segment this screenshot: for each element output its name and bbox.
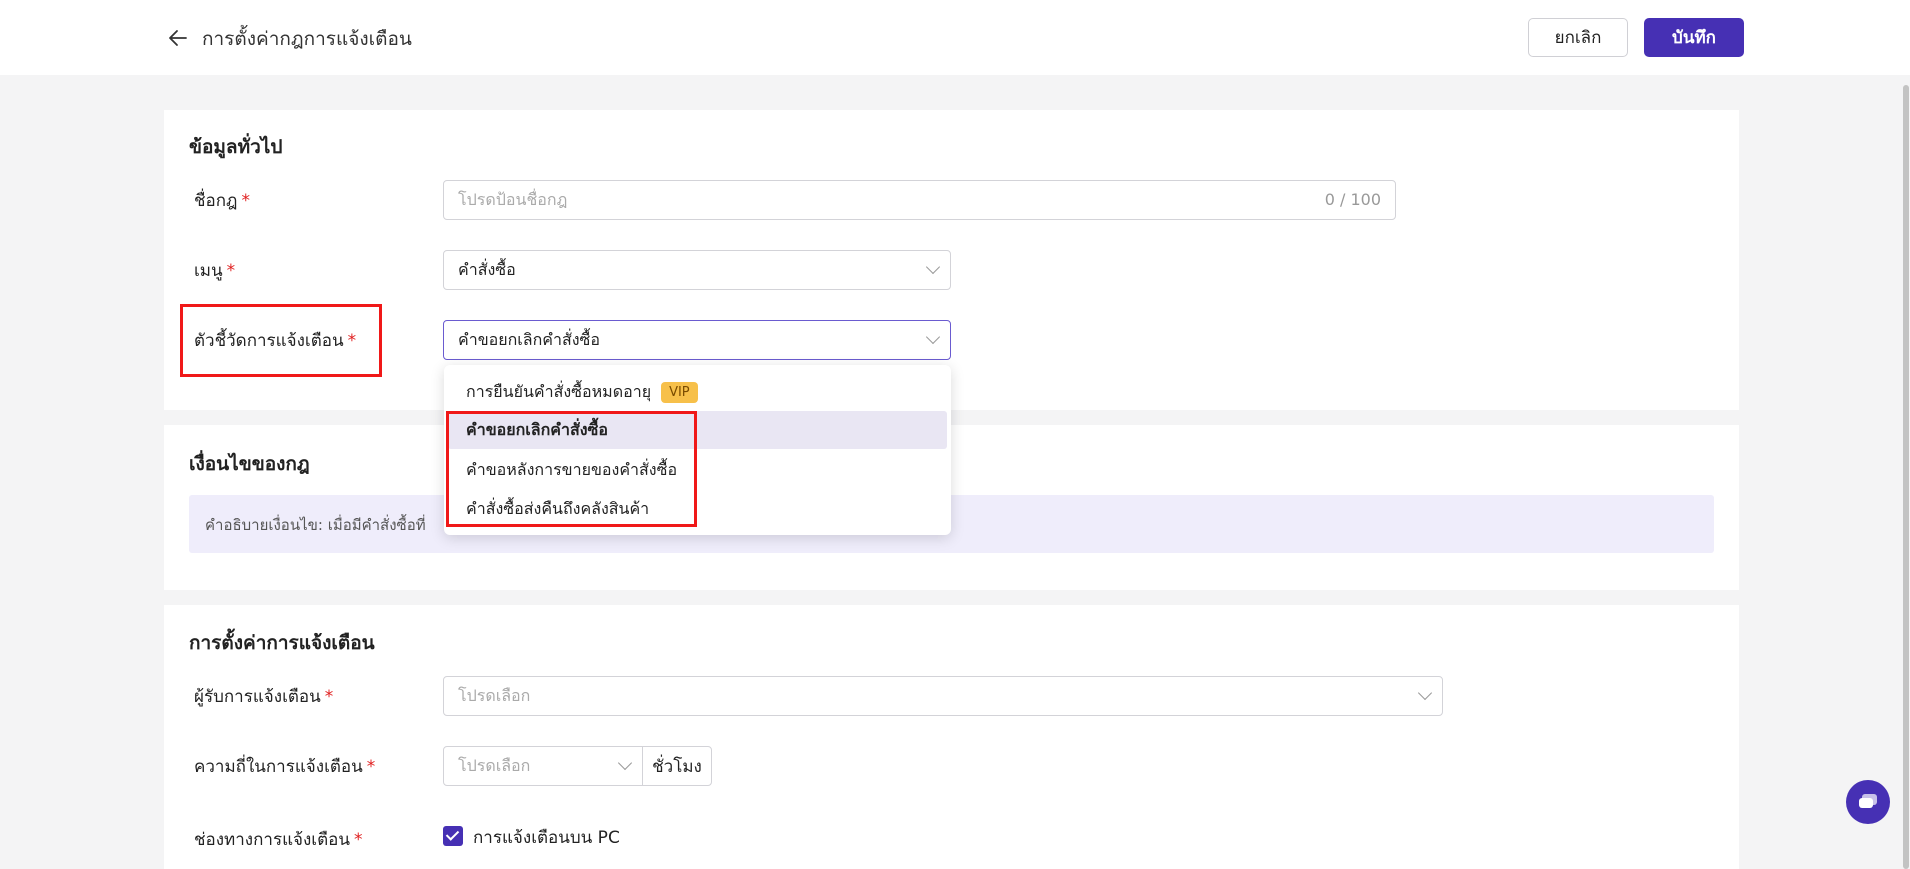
arrow-left-icon[interactable] [166,26,190,50]
save-button[interactable]: บันทึก [1644,18,1744,57]
rule-name-input[interactable]: โปรดป้อนชื่อกฎ 0 / 100 [443,180,1396,220]
highlight-box-options [446,411,697,527]
chevron-down-icon [925,329,941,345]
chevron-down-icon [1417,685,1433,701]
highlight-box-label [180,304,382,377]
chevron-down-icon [617,755,633,771]
frequency-select[interactable]: โปรดเลือก [443,746,643,786]
top-bar: การตั้งค่ากฎการแจ้งเตือน ยกเลิก บันทึก [0,0,1910,75]
pc-notification-label[interactable]: การแจ้งเตือนบน PC [473,824,620,851]
recipients-select[interactable]: โปรดเลือก [443,676,1443,716]
menu-label: เมนู * [194,261,236,281]
frequency-unit: ชั่วโมง [642,746,712,786]
rule-name-label: ชื่อกฎ * [194,191,250,211]
alert-metric-select[interactable]: คำขอยกเลิกคำสั่งซื้อ [443,320,951,360]
rule-name-placeholder: โปรดป้อนชื่อกฎ [458,189,568,209]
general-info-card [164,110,1739,410]
menu-select[interactable]: คำสั่งซื้อ [443,250,951,290]
chat-button[interactable] [1846,780,1890,824]
alert-metric-value: คำขอยกเลิกคำสั่งซื้อ [458,329,600,349]
page-title: การตั้งค่ากฎการแจ้งเตือน [202,28,412,50]
dropdown-option[interactable]: การยืนยันคำสั่งซื้อหมดอายุ VIP [448,373,947,411]
dropdown-option-label: การยืนยันคำสั่งซื้อหมดอายุ [466,381,652,401]
notification-section-title: การตั้งค่าการแจ้งเตือน [189,632,375,654]
vip-badge: VIP [661,381,698,403]
recipients-placeholder: โปรดเลือก [458,685,531,705]
cancel-button[interactable]: ยกเลิก [1528,18,1628,57]
frequency-label: ความถี่ในการแจ้งเตือน * [194,757,376,777]
recipients-label: ผู้รับการแจ้งเตือน * [194,687,334,707]
chevron-down-icon [925,259,941,275]
notification-settings-card [164,605,1739,869]
chat-icon [1859,794,1877,808]
general-section-title: ข้อมูลทั่วไป [189,136,283,158]
frequency-placeholder: โปรดเลือก [458,755,531,775]
conditions-section-title: เงื่อนไขของกฎ [189,453,310,475]
condition-description: คำอธิบายเงื่อนไข: เมื่อมีคำสั่งซื้อที่ [205,516,426,534]
menu-select-value: คำสั่งซื้อ [458,259,516,279]
scrollbar[interactable] [1903,85,1909,869]
pc-notification-checkbox[interactable] [443,826,463,846]
channel-label: ช่องทางการแจ้งเตือน * [194,830,363,850]
rule-name-counter: 0 / 100 [1324,190,1381,209]
